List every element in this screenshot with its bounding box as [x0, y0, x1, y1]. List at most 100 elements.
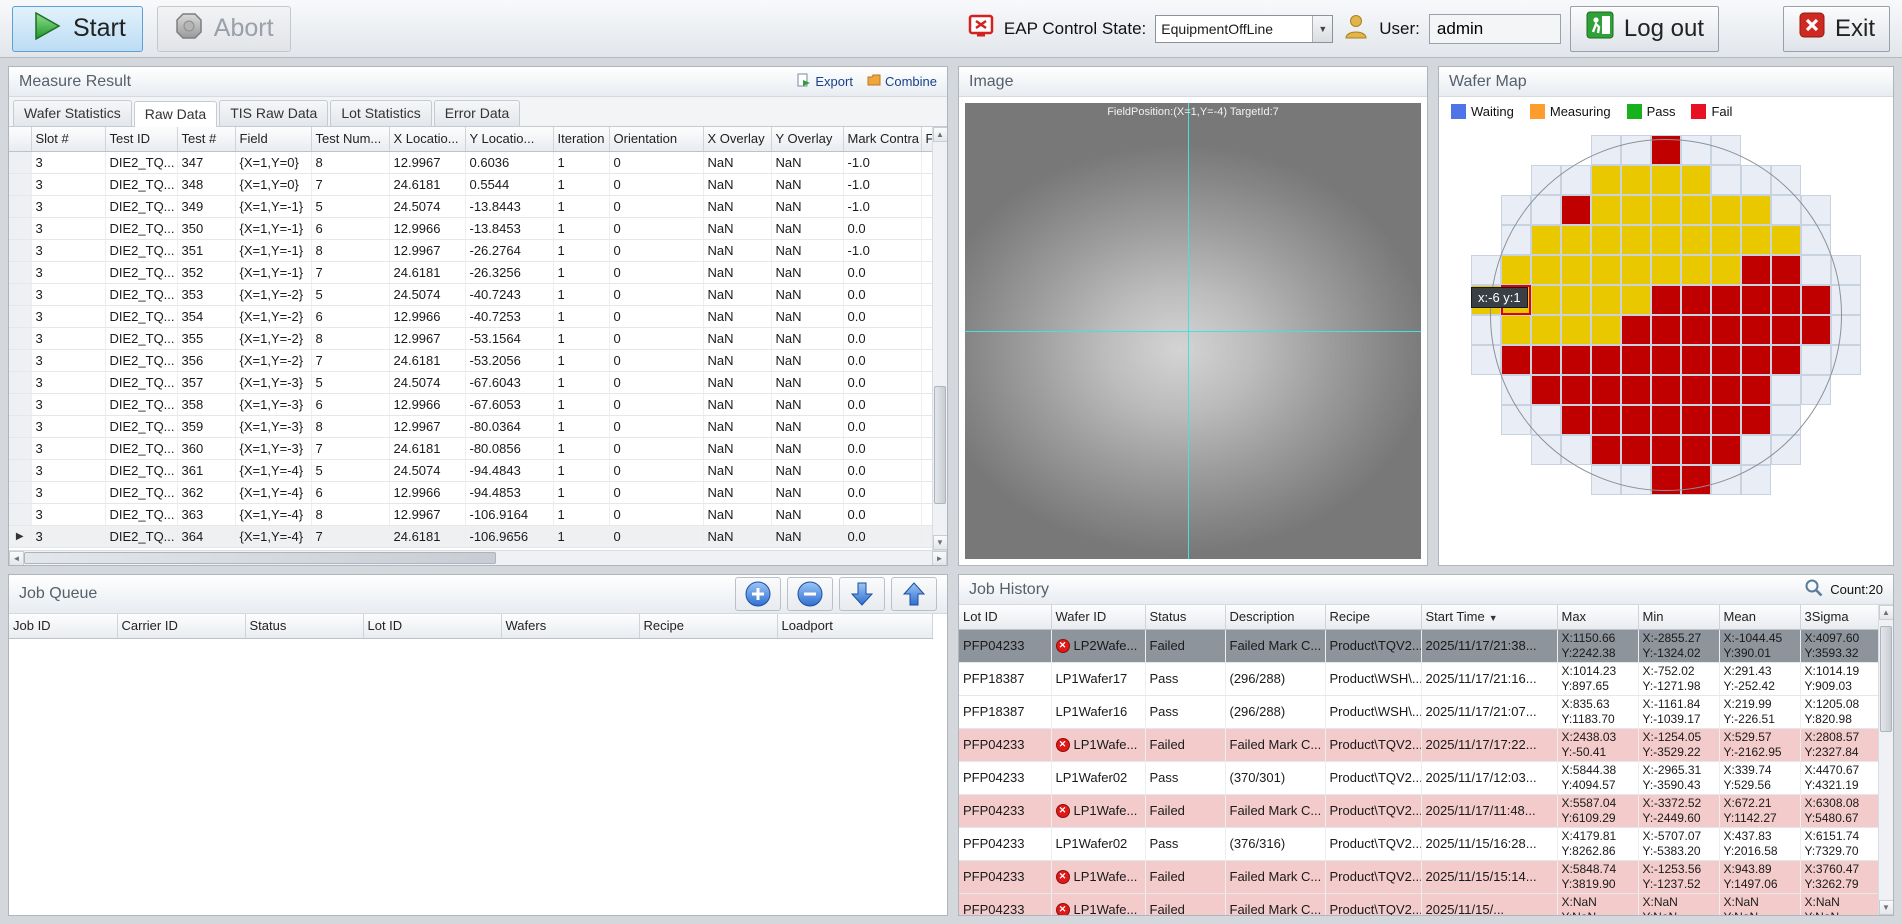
- wafer-die-measuring[interactable]: [1621, 195, 1651, 225]
- row-selector[interactable]: [9, 459, 31, 481]
- column-header-carrier-id[interactable]: Carrier ID: [117, 614, 245, 638]
- wafer-die-empty[interactable]: [1831, 255, 1861, 285]
- wafer-die-measuring[interactable]: [1621, 165, 1651, 195]
- wafer-die-fail[interactable]: [1741, 315, 1771, 345]
- table-row[interactable]: 3DIE2_TQ...351{X=1,Y=-1}812.9967-26.2764…: [9, 239, 932, 261]
- wafer-die-fail[interactable]: [1591, 435, 1621, 465]
- export-link[interactable]: Export: [797, 73, 853, 90]
- wafer-die-fail[interactable]: [1711, 345, 1741, 375]
- wafer-die-fail[interactable]: [1741, 285, 1771, 315]
- wafer-die-fail[interactable]: [1801, 285, 1831, 315]
- user-input[interactable]: [1429, 14, 1561, 44]
- row-selector[interactable]: [9, 349, 31, 371]
- scroll-up-icon[interactable]: ▲: [1879, 605, 1894, 620]
- wafer-die-measuring[interactable]: [1531, 255, 1561, 285]
- scroll-up-icon[interactable]: ▲: [933, 127, 948, 142]
- row-selector[interactable]: [9, 173, 31, 195]
- wafer-die-fail[interactable]: [1741, 375, 1771, 405]
- tab-tis-raw-data[interactable]: TIS Raw Data: [219, 100, 328, 126]
- scrollbar-track[interactable]: [1879, 620, 1893, 900]
- wafer-die-fail[interactable]: [1681, 435, 1711, 465]
- wafer-die-empty[interactable]: [1621, 465, 1651, 495]
- row-selector[interactable]: [9, 481, 31, 503]
- wafer-die-fail[interactable]: [1561, 345, 1591, 375]
- wafer-die-empty[interactable]: [1561, 435, 1591, 465]
- row-selector[interactable]: [9, 437, 31, 459]
- wafer-die-measuring[interactable]: [1651, 255, 1681, 285]
- column-header-status[interactable]: Status: [1145, 605, 1225, 629]
- table-row[interactable]: 3DIE2_TQ...361{X=1,Y=-4}524.5074-94.4843…: [9, 459, 932, 481]
- wafer-die-measuring[interactable]: [1711, 255, 1741, 285]
- wafer-die-fail[interactable]: [1771, 315, 1801, 345]
- wafer-die-empty[interactable]: [1741, 465, 1771, 495]
- wafer-die-empty[interactable]: [1801, 225, 1831, 255]
- tab-raw-data[interactable]: Raw Data: [134, 101, 217, 127]
- wafer-die-measuring[interactable]: [1711, 195, 1741, 225]
- wafer-die-empty[interactable]: [1711, 135, 1741, 165]
- history-row[interactable]: PFP18387LP1Wafer16Pass(296/288)Product\W…: [959, 695, 1878, 728]
- wafer-die-measuring[interactable]: [1591, 255, 1621, 285]
- wafer-die-fail[interactable]: [1651, 375, 1681, 405]
- wafer-die-empty[interactable]: [1531, 405, 1561, 435]
- wafer-die-fail[interactable]: [1651, 405, 1681, 435]
- wafer-die-measuring[interactable]: [1561, 315, 1591, 345]
- exit-button[interactable]: Exit: [1783, 6, 1890, 52]
- history-row[interactable]: PFP04233LP1Wafer02Pass(370/301)Product\T…: [959, 761, 1878, 794]
- wafer-die-fail[interactable]: [1591, 405, 1621, 435]
- wafer-die-measuring[interactable]: [1591, 285, 1621, 315]
- wafer-die-fail[interactable]: [1591, 345, 1621, 375]
- wafer-die-fail[interactable]: [1561, 375, 1591, 405]
- measure-horizontal-scrollbar[interactable]: ◄ ►: [9, 550, 947, 565]
- column-header-slot[interactable]: Slot #: [31, 127, 105, 151]
- tab-error-data[interactable]: Error Data: [434, 100, 521, 126]
- wafer-die-empty[interactable]: [1591, 135, 1621, 165]
- wafer-die-fail[interactable]: [1621, 315, 1651, 345]
- wafer-die-measuring[interactable]: [1651, 195, 1681, 225]
- table-row[interactable]: 3DIE2_TQ...357{X=1,Y=-3}524.5074-67.6043…: [9, 371, 932, 393]
- wafer-die-measuring[interactable]: [1501, 315, 1531, 345]
- scroll-down-icon[interactable]: ▼: [1879, 900, 1894, 915]
- move-up-button[interactable]: [891, 577, 937, 611]
- table-row[interactable]: 3DIE2_TQ...352{X=1,Y=-1}724.6181-26.3256…: [9, 261, 932, 283]
- wafer-die-fail[interactable]: [1501, 345, 1531, 375]
- wafer-die-fail[interactable]: [1561, 195, 1591, 225]
- wafer-die-fail[interactable]: [1771, 285, 1801, 315]
- wafer-die-fail[interactable]: [1561, 405, 1591, 435]
- row-selector[interactable]: [9, 151, 31, 173]
- scrollbar-thumb[interactable]: [24, 552, 496, 564]
- row-selector[interactable]: [9, 195, 31, 217]
- tab-wafer-statistics[interactable]: Wafer Statistics: [13, 100, 132, 126]
- wafer-die-empty[interactable]: [1501, 375, 1531, 405]
- wafer-die-fail[interactable]: [1651, 465, 1681, 495]
- wafer-die-empty[interactable]: [1801, 345, 1831, 375]
- wafer-die-measuring[interactable]: [1741, 225, 1771, 255]
- row-selector[interactable]: [9, 239, 31, 261]
- abort-button[interactable]: Abort: [157, 6, 291, 52]
- wafer-die-empty[interactable]: [1531, 435, 1561, 465]
- wafer-die-empty[interactable]: [1801, 195, 1831, 225]
- wafer-die-empty[interactable]: [1771, 375, 1801, 405]
- column-header-mark-contra[interactable]: Mark Contra: [843, 127, 921, 151]
- wafer-die-empty[interactable]: [1771, 195, 1801, 225]
- wafer-die-measuring[interactable]: [1741, 195, 1771, 225]
- column-header-y-overlay[interactable]: Y Overlay: [771, 127, 843, 151]
- wafer-die-empty[interactable]: [1801, 375, 1831, 405]
- column-header-lot-id[interactable]: Lot ID: [363, 614, 501, 638]
- wafer-die-measuring[interactable]: [1681, 225, 1711, 255]
- column-header-recipe[interactable]: Recipe: [639, 614, 777, 638]
- history-row[interactable]: PFP04233✕LP1Wafe...FailedFailed Mark C..…: [959, 893, 1878, 915]
- logout-button[interactable]: Log out: [1570, 6, 1719, 52]
- column-header-loadport[interactable]: Loadport: [777, 614, 932, 638]
- wafer-die-fail[interactable]: [1711, 315, 1741, 345]
- wafer-die-fail[interactable]: [1681, 345, 1711, 375]
- wafer-die-fail[interactable]: [1711, 375, 1741, 405]
- wafer-die-empty[interactable]: [1531, 165, 1561, 195]
- wafer-die-fail[interactable]: [1531, 345, 1561, 375]
- wafer-die-fail[interactable]: [1771, 345, 1801, 375]
- column-header-recipe[interactable]: Recipe: [1325, 605, 1421, 629]
- wafer-die-fail[interactable]: [1711, 405, 1741, 435]
- column-header-iteration[interactable]: Iteration: [553, 127, 609, 151]
- column-header-min[interactable]: Min: [1638, 605, 1719, 629]
- wafer-die-measuring[interactable]: [1501, 255, 1531, 285]
- wafer-die-measuring[interactable]: [1621, 255, 1651, 285]
